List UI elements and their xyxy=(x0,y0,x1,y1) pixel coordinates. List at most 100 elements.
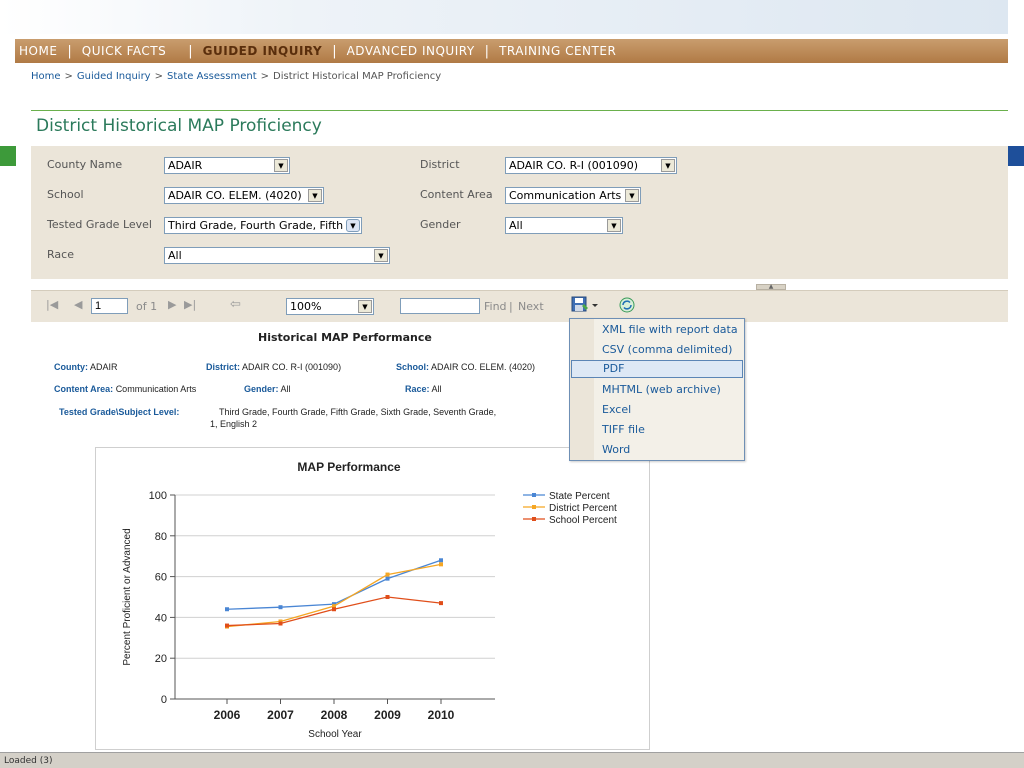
report-content-label: Content Area: xyxy=(54,384,114,394)
data-point xyxy=(278,621,283,626)
dropdown-arrow-icon[interactable]: ▼ xyxy=(308,189,322,202)
title-divider xyxy=(31,110,1008,111)
data-point xyxy=(278,605,283,610)
report-school-value: ADAIR CO. ELEM. (4020) xyxy=(431,362,536,372)
breadcrumb-separator: > xyxy=(64,71,73,82)
toolbar-separator: | xyxy=(509,300,513,313)
content-area-label: Content Area xyxy=(420,188,493,201)
save-disk-icon[interactable] xyxy=(571,295,601,315)
gender-select[interactable]: All ▼ xyxy=(505,217,623,234)
x-tick-label: 2009 xyxy=(374,708,401,722)
school-select-value: ADAIR CO. ELEM. (4020) xyxy=(168,189,302,202)
export-xml[interactable]: XML file with report data xyxy=(571,321,743,339)
first-page-icon[interactable]: |◀ xyxy=(46,298,58,311)
dropdown-arrow-icon[interactable]: ▼ xyxy=(607,219,621,232)
find-input[interactable] xyxy=(400,298,480,314)
dropdown-arrow-icon[interactable]: ▼ xyxy=(661,159,675,172)
nav-guided-inquiry[interactable]: GUIDED INQUIRY xyxy=(203,44,323,58)
multiselect-arrow-icon[interactable]: ▼ xyxy=(346,219,360,232)
legend-swatch-marker xyxy=(532,517,536,521)
right-accent-tab xyxy=(1008,146,1024,166)
y-tick-label: 60 xyxy=(155,572,167,584)
page-title: District Historical MAP Proficiency xyxy=(36,116,322,136)
refresh-button[interactable] xyxy=(618,296,636,317)
report-gender-value: All xyxy=(280,384,291,394)
data-point xyxy=(385,595,390,599)
district-select-value: ADAIR CO. R-I (001090) xyxy=(509,159,639,172)
parameter-panel: County Name ADAIR ▼ District ADAIR CO. R… xyxy=(31,146,1008,279)
x-axis-label: School Year xyxy=(308,729,362,740)
breadcrumb-current: District Historical MAP Proficiency xyxy=(273,71,442,82)
y-tick-label: 20 xyxy=(155,653,167,665)
district-select[interactable]: ADAIR CO. R-I (001090) ▼ xyxy=(505,157,677,174)
report-district-value: ADAIR CO. R-I (001090) xyxy=(242,362,342,372)
county-select[interactable]: ADAIR ▼ xyxy=(164,157,290,174)
dropdown-arrow-icon[interactable]: ▼ xyxy=(274,159,288,172)
breadcrumb: Home > Guided Inquiry > State Assessment > Dis… xyxy=(31,71,441,82)
report-district-label: District: xyxy=(206,362,241,372)
nav-home[interactable]: HOME xyxy=(19,44,57,58)
legend-label: School Percent xyxy=(549,515,617,526)
x-tick-label: 2008 xyxy=(321,708,348,722)
nav-advanced-inquiry[interactable]: ADVANCED INQUIRY xyxy=(347,44,475,58)
data-point xyxy=(332,607,336,612)
last-page-icon[interactable]: ▶| xyxy=(184,298,196,311)
export-button[interactable] xyxy=(571,295,601,315)
nav-training-center[interactable]: TRAINING CENTER xyxy=(499,44,616,58)
legend-swatch-marker xyxy=(532,493,536,497)
refresh-icon[interactable] xyxy=(618,296,636,314)
status-bar: Loaded (3) xyxy=(0,752,1024,768)
chart-canvas: MAP Performance 0 20 40 60 80 100 2006 2007 2008 2… xyxy=(122,460,617,740)
report-school-label: School: xyxy=(396,362,429,372)
data-point xyxy=(225,623,229,628)
status-text: Loaded (3) xyxy=(4,756,53,766)
report-title: Historical MAP Performance xyxy=(258,331,432,344)
report-grade: Tested Grade\Subject Level: xyxy=(59,407,179,417)
export-tiff[interactable]: TIFF file xyxy=(571,421,743,439)
county-select-value: ADAIR xyxy=(168,159,203,172)
grade-level-select[interactable]: Third Grade, Fourth Grade, Fifth ▼ xyxy=(164,217,362,234)
export-pdf[interactable]: PDF xyxy=(571,360,743,378)
breadcrumb-home[interactable]: Home xyxy=(31,71,61,82)
nav-quick-facts[interactable]: QUICK FACTS xyxy=(82,44,166,58)
report-county: County: ADAIR xyxy=(54,362,118,372)
previous-page-icon[interactable]: ◀ xyxy=(74,298,82,311)
content-area-select[interactable]: Communication Arts ▼ xyxy=(505,187,641,204)
nav-separator: | xyxy=(188,43,193,59)
report-gender: Gender: All xyxy=(244,384,291,394)
report-grade-label: Tested Grade\Subject Level: xyxy=(59,407,180,417)
dropdown-arrow-icon[interactable]: ▼ xyxy=(358,300,372,313)
content-area-select-value: Communication Arts xyxy=(509,189,622,202)
next-page-icon[interactable]: ▶ xyxy=(168,298,176,311)
breadcrumb-guided-inquiry[interactable]: Guided Inquiry xyxy=(77,71,151,82)
series-line xyxy=(226,559,442,610)
breadcrumb-state-assessment[interactable]: State Assessment xyxy=(167,71,257,82)
report-content-value: Communication Arts xyxy=(115,384,197,394)
race-select[interactable]: All ▼ xyxy=(164,247,390,264)
export-word[interactable]: Word xyxy=(571,441,743,459)
gender-select-value: All xyxy=(509,219,523,232)
report-district: District: ADAIR CO. R-I (001090) xyxy=(206,362,341,372)
export-mhtml[interactable]: MHTML (web archive) xyxy=(571,381,743,399)
series-line xyxy=(226,596,442,627)
legend-label: State Percent xyxy=(549,491,610,502)
zoom-select[interactable]: 100% ▼ xyxy=(286,298,374,315)
report-grade-value-line2: 1, English 2 xyxy=(210,419,258,429)
report-county-value: ADAIR xyxy=(90,362,118,372)
x-tick-label: 2006 xyxy=(214,708,241,722)
export-excel[interactable]: Excel xyxy=(571,401,743,419)
data-point xyxy=(385,576,390,581)
x-tick-label: 2010 xyxy=(428,708,455,722)
school-select[interactable]: ADAIR CO. ELEM. (4020) ▼ xyxy=(164,187,324,204)
page-number-input[interactable] xyxy=(91,298,128,314)
find-link[interactable]: Find xyxy=(484,300,507,313)
report-grade-value-line1: Third Grade, Fourth Grade, Fifth Grade, … xyxy=(219,407,497,417)
district-label: District xyxy=(420,158,460,171)
back-to-parent-icon[interactable]: ⇦ xyxy=(230,297,241,312)
gender-label: Gender xyxy=(420,218,461,231)
find-next-link[interactable]: Next xyxy=(518,300,544,313)
report-toolbar: |◀ ◀ of 1 ▶ ▶| ⇦ 100% ▼ Find | Next xyxy=(31,290,1008,322)
export-csv[interactable]: CSV (comma delimited) xyxy=(571,341,743,359)
dropdown-arrow-icon[interactable]: ▼ xyxy=(374,249,388,262)
dropdown-arrow-icon[interactable]: ▼ xyxy=(625,189,639,202)
